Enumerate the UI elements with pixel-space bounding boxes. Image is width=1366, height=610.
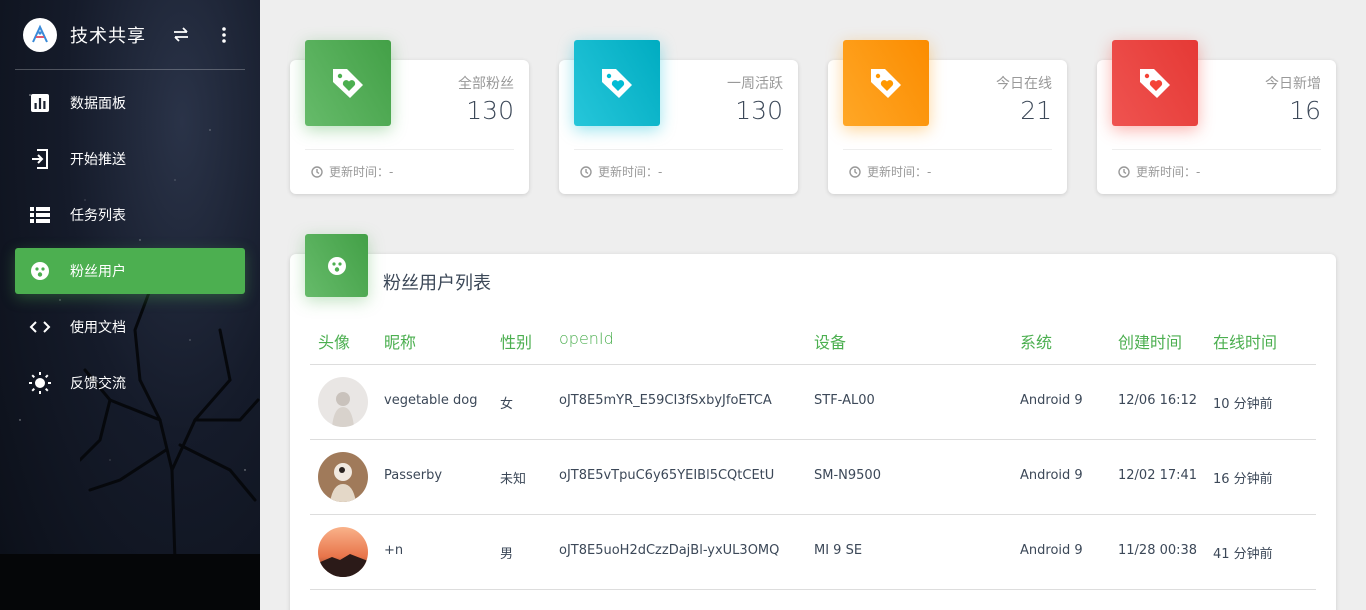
cell-device: SM-N9500 xyxy=(814,468,881,483)
stat-label: 一周活跃 xyxy=(727,76,783,92)
logo-icon xyxy=(32,24,48,42)
tag-heart-icon xyxy=(305,40,391,126)
swap-arrows-icon[interactable] xyxy=(172,24,190,48)
tag-heart-icon xyxy=(843,40,929,126)
stat-value: 21 xyxy=(1020,96,1052,125)
avatar xyxy=(318,452,368,502)
stat-footer: 更新时间：- xyxy=(311,163,393,180)
divider xyxy=(1112,149,1321,150)
cell-os: Android 9 xyxy=(1020,468,1083,483)
stat-footer: 更新时间：- xyxy=(1118,163,1200,180)
update-time-icon xyxy=(580,165,592,178)
nav-item-dashboard[interactable]: 数据面板 xyxy=(15,80,245,126)
nav-item-tasks[interactable]: 任务列表 xyxy=(15,192,245,238)
stat-value: 130 xyxy=(466,96,514,125)
stat-value: 130 xyxy=(735,96,783,125)
cell-gender: 未知 xyxy=(500,472,527,487)
column-header: 性别 xyxy=(500,333,533,352)
nav-label: 任务列表 xyxy=(70,208,126,224)
cell-device: MI 9 SE xyxy=(814,543,863,558)
cell-gender: 男 xyxy=(500,547,514,562)
stat-label: 今日新增 xyxy=(1265,76,1321,92)
stat-footer-text: 更新时间：- xyxy=(598,165,663,179)
stat-footer-text: 更新时间：- xyxy=(1136,165,1201,179)
column-header: 昵称 xyxy=(384,333,417,352)
nav-label: 使用文档 xyxy=(70,320,126,336)
cell-nickname: +n xyxy=(384,543,404,558)
nav-label: 粉丝用户 xyxy=(70,264,126,280)
table-header: 头像 昵称 性别 openId 设备 系统 创建时间 在线时间 xyxy=(310,321,1316,365)
avatar xyxy=(318,377,368,427)
cell-online: 16 分钟前 xyxy=(1213,472,1273,487)
list-icon xyxy=(29,204,51,226)
code-icon xyxy=(29,316,51,338)
table-row[interactable]: Passerby 未知 oJT8E5vTpuC6y65YEIBl5CQtCEtU… xyxy=(310,440,1316,515)
brand-header: 技术共享 xyxy=(15,0,245,70)
face-icon xyxy=(29,260,51,282)
cell-openid: oJT8E5vTpuC6y65YEIBl5CQtCEtU xyxy=(559,468,775,483)
column-header: 在线时间 xyxy=(1213,333,1278,352)
table-row[interactable]: +n 男 oJT8E5uoH2dCzzDajBl-yxUL3OMQ MI 9 S… xyxy=(310,515,1316,590)
column-header: openId xyxy=(559,329,614,348)
divider xyxy=(305,149,514,150)
stat-card-total-fans: 全部粉丝 130 更新时间：- xyxy=(290,40,529,194)
column-header: 设备 xyxy=(814,333,847,352)
nav-label: 反馈交流 xyxy=(70,376,126,392)
cell-nickname: Passerby xyxy=(384,468,443,483)
nav-label: 数据面板 xyxy=(70,96,126,112)
column-header: 系统 xyxy=(1020,333,1053,352)
send-icon xyxy=(29,148,51,170)
fans-table-card: 粉丝用户列表 头像 昵称 性别 openId 设备 系统 创建时间 在线时间 v… xyxy=(290,234,1336,610)
cell-created: 12/02 17:41 xyxy=(1118,468,1198,483)
brand-title: 技术共享 xyxy=(70,25,146,47)
cell-online: 10 分钟前 xyxy=(1213,397,1273,412)
stat-value: 16 xyxy=(1289,96,1321,125)
sidebar-nav: 数据面板 开始推送 任务列表 粉丝用户 使用文档 反馈交流 xyxy=(15,80,245,416)
stat-card-new-today: 今日新增 16 更新时间：- xyxy=(1097,40,1336,194)
nav-item-feedback[interactable]: 反馈交流 xyxy=(15,360,245,406)
ground-silhouette xyxy=(0,554,260,610)
stat-label: 全部粉丝 xyxy=(458,76,514,92)
update-time-icon xyxy=(1118,165,1130,178)
stat-footer-text: 更新时间：- xyxy=(867,165,932,179)
avatar xyxy=(318,527,368,577)
stat-card-online-today: 今日在线 21 更新时间：- xyxy=(828,40,1067,194)
stat-card-weekly-active: 一周活跃 130 更新时间：- xyxy=(559,40,798,194)
sidebar: 技术共享 数据面板 开始推送 任务列表 粉丝用户 使用文档 反馈交流 xyxy=(0,0,260,610)
cell-created: 11/28 00:38 xyxy=(1118,543,1198,558)
stat-footer: 更新时间：- xyxy=(580,163,662,180)
cell-created: 12/06 16:12 xyxy=(1118,393,1198,408)
tag-heart-icon xyxy=(1112,40,1198,126)
face-icon xyxy=(305,234,368,297)
cell-nickname: vegetable dog xyxy=(384,393,478,408)
bar-chart-icon xyxy=(29,92,51,114)
column-header: 头像 xyxy=(318,333,351,352)
nav-item-fans[interactable]: 粉丝用户 xyxy=(15,248,245,294)
cell-gender: 女 xyxy=(500,397,514,412)
stat-label: 今日在线 xyxy=(996,76,1052,92)
update-time-icon xyxy=(311,165,323,178)
cell-device: STF-AL00 xyxy=(814,393,875,408)
cell-online: 41 分钟前 xyxy=(1213,547,1273,562)
stat-footer: 更新时间：- xyxy=(849,163,931,180)
divider xyxy=(843,149,1052,150)
update-time-icon xyxy=(849,165,861,178)
cell-openid: oJT8E5uoH2dCzzDajBl-yxUL3OMQ xyxy=(559,543,780,558)
divider xyxy=(574,149,783,150)
table-title: 粉丝用户列表 xyxy=(383,273,491,294)
more-vertical-icon[interactable] xyxy=(220,24,228,48)
sun-icon xyxy=(29,372,51,394)
app-logo[interactable] xyxy=(23,17,57,52)
nav-label: 开始推送 xyxy=(70,152,126,168)
cell-os: Android 9 xyxy=(1020,393,1083,408)
stat-footer-text: 更新时间：- xyxy=(329,165,394,179)
nav-item-push[interactable]: 开始推送 xyxy=(15,136,245,182)
nav-item-docs[interactable]: 使用文档 xyxy=(15,304,245,350)
tag-heart-icon xyxy=(574,40,660,126)
table-row[interactable]: vegetable dog 女 oJT8E5mYR_E59CI3fSxbyJfo… xyxy=(310,365,1316,440)
column-header: 创建时间 xyxy=(1118,333,1183,352)
cell-os: Android 9 xyxy=(1020,543,1083,558)
cell-openid: oJT8E5mYR_E59CI3fSxbyJfoETCA xyxy=(559,393,772,408)
